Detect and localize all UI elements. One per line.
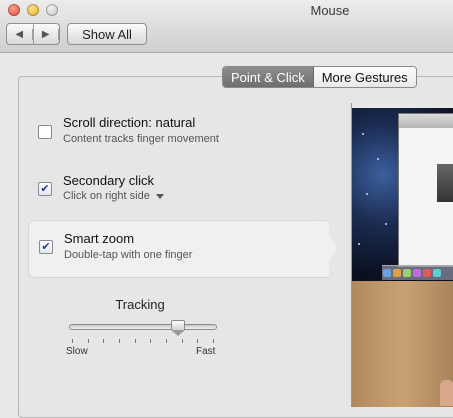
- secondary-click-dropdown[interactable]: Click on right side: [63, 190, 164, 202]
- secondary-click-checkbox[interactable]: ✔: [38, 182, 52, 196]
- option-secondary-click[interactable]: ✔ Secondary click Click on right side: [28, 168, 328, 224]
- check-icon: ✔: [40, 182, 50, 195]
- window-title: Mouse: [310, 3, 350, 18]
- tab-bar: Point & Click More Gestures: [222, 66, 417, 88]
- slider-tick: [72, 339, 73, 343]
- preview-dock: [382, 265, 453, 280]
- slider-tick: [181, 339, 183, 343]
- gesture-preview-video: [351, 103, 453, 407]
- option-subtitle: Content tracks finger movement: [63, 133, 219, 145]
- smart-zoom-checkbox[interactable]: ✔: [39, 240, 53, 254]
- option-title: Scroll direction: natural: [63, 115, 196, 130]
- slider-tick: [87, 339, 89, 343]
- history-navigation: ◀ ▶: [6, 23, 60, 45]
- preview-window: [398, 113, 453, 267]
- forward-button[interactable]: ▶: [34, 24, 59, 44]
- tracking-label: Tracking: [115, 297, 165, 312]
- close-button[interactable]: [8, 4, 20, 16]
- zoom-button[interactable]: [46, 4, 58, 16]
- selection-arrow: [316, 220, 338, 276]
- slider-tick: [134, 339, 136, 343]
- option-smart-zoom[interactable]: ✔ Smart zoom Double-tap with one finger: [28, 220, 329, 278]
- slider-tick: [197, 339, 199, 343]
- option-title: Smart zoom: [64, 231, 135, 246]
- back-button[interactable]: ◀: [7, 24, 34, 44]
- minimize-button[interactable]: [27, 4, 39, 16]
- slider-tick: [150, 339, 152, 343]
- tab-more-gestures[interactable]: More Gestures: [313, 67, 416, 87]
- option-scroll-direction[interactable]: Scroll direction: natural Content tracks…: [28, 110, 328, 166]
- slider-tick: [119, 339, 120, 343]
- option-subtitle: Click on right side: [63, 190, 150, 202]
- show-all-button[interactable]: Show All: [67, 23, 147, 45]
- scroll-direction-checkbox[interactable]: [38, 125, 52, 139]
- fast-label: Fast: [196, 346, 216, 357]
- check-icon: ✔: [41, 240, 51, 253]
- back-icon: ◀: [7, 28, 33, 40]
- slider-tick: [166, 339, 167, 343]
- preview-finger: [440, 380, 453, 406]
- tracking-slider[interactable]: [69, 324, 217, 330]
- preview-desk: [352, 281, 453, 407]
- preview-screen: [352, 103, 453, 281]
- tracking-slider-thumb[interactable]: [170, 320, 185, 336]
- slow-label: Slow: [66, 346, 88, 357]
- title-bar: Mouse ◀ ▶ Show All: [0, 0, 453, 53]
- forward-icon: ▶: [34, 28, 59, 40]
- chevron-down-icon: [155, 193, 164, 199]
- tab-point-and-click[interactable]: Point & Click: [223, 67, 314, 87]
- slider-tick: [103, 339, 105, 343]
- option-title: Secondary click: [63, 173, 155, 188]
- option-subtitle: Double-tap with one finger: [64, 249, 193, 261]
- slider-tick: [213, 339, 214, 343]
